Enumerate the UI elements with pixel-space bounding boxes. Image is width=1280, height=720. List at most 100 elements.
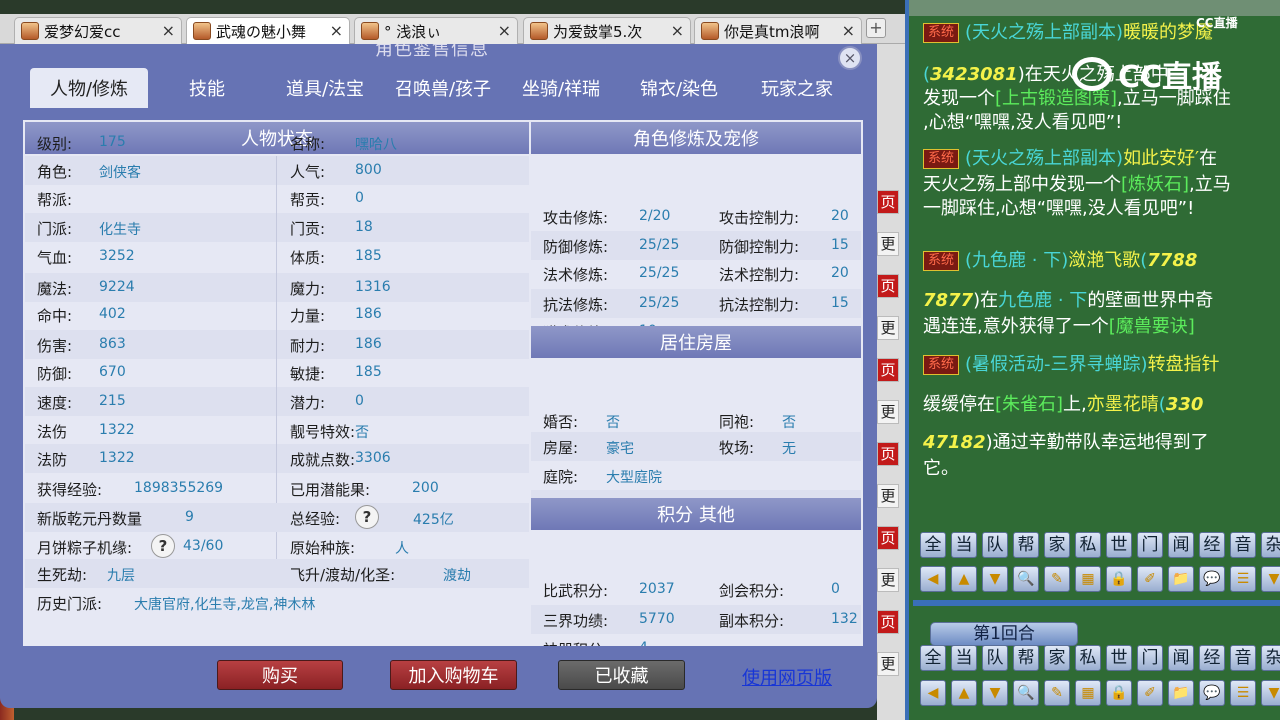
chat-tool-icon[interactable]: 💬 bbox=[1199, 566, 1225, 592]
chat-channel-button[interactable]: 队 bbox=[982, 532, 1008, 558]
chat-channel-button[interactable]: 门 bbox=[1137, 532, 1163, 558]
chat-tool-icon[interactable]: ✐ bbox=[1137, 680, 1163, 706]
tab-mounts[interactable]: 坐骑/祥瑞 bbox=[502, 68, 620, 108]
side-page-tab[interactable]: 更 bbox=[877, 568, 899, 592]
help-icon[interactable]: ? bbox=[355, 505, 379, 529]
stat-label: 靓号特效: bbox=[290, 423, 356, 441]
tab-character[interactable]: 人物/修炼 bbox=[30, 68, 148, 108]
chat-channel-button[interactable]: 家 bbox=[1044, 645, 1070, 671]
chat-tool-icon[interactable]: ▦ bbox=[1075, 680, 1101, 706]
chat-channel-button[interactable]: 帮 bbox=[1013, 532, 1039, 558]
house-section-header: 居住房屋 bbox=[531, 326, 861, 358]
chat-text: ,心想“嘿嘿,没人看见吧”! bbox=[923, 112, 1123, 133]
side-page-tab[interactable]: 更 bbox=[877, 652, 899, 676]
chat-channel-button[interactable]: 全 bbox=[920, 532, 946, 558]
side-page-tab[interactable]: 更 bbox=[877, 400, 899, 424]
chat-channel-button[interactable]: 门 bbox=[1137, 645, 1163, 671]
chat-channel-button[interactable]: 私 bbox=[1075, 532, 1101, 558]
side-page-tab[interactable]: 页 bbox=[877, 358, 899, 382]
chat-tool-icon[interactable]: ▼ bbox=[1261, 566, 1280, 592]
stat-value: 425亿 bbox=[413, 512, 454, 528]
dialog-close-button[interactable]: × bbox=[838, 46, 862, 70]
chat-tool-icon[interactable]: 🔍 bbox=[1013, 566, 1039, 592]
tab-pets[interactable]: 召唤兽/孩子 bbox=[384, 68, 502, 108]
browser-tab-4[interactable]: 为爱鼓掌5.次 × bbox=[523, 17, 691, 44]
chat-text: 遇连连,意外获得了一个 bbox=[923, 316, 1109, 337]
chat-channel-button[interactable]: 当 bbox=[951, 532, 977, 558]
stat-label: 人气: bbox=[290, 163, 326, 181]
help-icon[interactable]: ? bbox=[151, 534, 175, 558]
chat-channel-button[interactable]: 经 bbox=[1199, 532, 1225, 558]
browser-tab-1[interactable]: 爱梦幻爱cc × bbox=[14, 17, 182, 44]
stat-label: 名称: bbox=[290, 135, 326, 153]
buy-button[interactable]: 购买 bbox=[217, 660, 343, 690]
chat-tool-icon[interactable]: ▦ bbox=[1075, 566, 1101, 592]
chat-channel-button[interactable]: 闻 bbox=[1168, 532, 1194, 558]
chat-channel-button[interactable]: 杂 bbox=[1261, 532, 1280, 558]
new-tab-button[interactable]: + bbox=[866, 18, 886, 38]
chat-tool-icon[interactable]: 🔍 bbox=[1013, 680, 1039, 706]
game-favicon-icon bbox=[193, 22, 211, 40]
tab-close-icon[interactable]: × bbox=[498, 21, 511, 40]
chat-channel-button[interactable]: 世 bbox=[1106, 532, 1132, 558]
browser-tab-5[interactable]: 你是真tm浪啊 × bbox=[694, 17, 862, 44]
chat-channel-button[interactable]: 世 bbox=[1106, 645, 1132, 671]
chat-channel-button[interactable]: 帮 bbox=[1013, 645, 1039, 671]
stat-value: 人 bbox=[395, 541, 409, 557]
chat-channel-button[interactable]: 私 bbox=[1075, 645, 1101, 671]
browser-tab-2[interactable]: 武魂の魅小舞 × bbox=[186, 17, 350, 44]
tab-items[interactable]: 道具/法宝 bbox=[266, 68, 384, 108]
side-page-tab[interactable]: 更 bbox=[877, 484, 899, 508]
system-badge: 系统 bbox=[923, 251, 960, 271]
chat-channel-button[interactable]: 闻 bbox=[1168, 645, 1194, 671]
tab-skills[interactable]: 技能 bbox=[148, 68, 266, 108]
chat-tool-icon[interactable]: 💬 bbox=[1199, 680, 1225, 706]
stat-label: 法防 bbox=[37, 451, 68, 469]
chat-tool-icon[interactable]: ▼ bbox=[1261, 680, 1280, 706]
web-version-link[interactable]: 使用网页版 bbox=[742, 664, 832, 690]
side-page-tab[interactable]: 页 bbox=[877, 610, 899, 634]
browser-tab-label: ° 浅浪ぃ bbox=[384, 22, 442, 41]
chat-channel-button[interactable]: 队 bbox=[982, 645, 1008, 671]
side-page-tab[interactable]: 页 bbox=[877, 442, 899, 466]
tab-close-icon[interactable]: × bbox=[330, 21, 343, 40]
chat-tool-icon[interactable]: 📁 bbox=[1168, 680, 1194, 706]
tab-close-icon[interactable]: × bbox=[671, 21, 684, 40]
browser-tab-3[interactable]: ° 浅浪ぃ × bbox=[354, 17, 518, 44]
chat-channel-button[interactable]: 杂 bbox=[1261, 645, 1280, 671]
chat-tool-icon[interactable]: ◀ bbox=[920, 680, 946, 706]
chat-tool-icon[interactable]: ▲ bbox=[951, 680, 977, 706]
tab-home[interactable]: 玩家之家 bbox=[738, 68, 856, 108]
chat-tool-icon[interactable]: ▼ bbox=[982, 566, 1008, 592]
chat-tool-icon[interactable]: ▼ bbox=[982, 680, 1008, 706]
chat-channel-button[interactable]: 经 bbox=[1199, 645, 1225, 671]
cultivation-section-header: 角色修炼及宠修 bbox=[531, 122, 861, 154]
chat-tool-icon[interactable]: ◀ bbox=[920, 566, 946, 592]
chat-channel-button[interactable]: 家 bbox=[1044, 532, 1070, 558]
chat-tool-icon[interactable]: ✎ bbox=[1044, 680, 1070, 706]
side-page-tab[interactable]: 页 bbox=[877, 190, 899, 214]
side-page-tab[interactable]: 更 bbox=[877, 232, 899, 256]
chat-channel-button[interactable]: 当 bbox=[951, 645, 977, 671]
chat-tool-icon[interactable]: 📁 bbox=[1168, 566, 1194, 592]
tab-outfits[interactable]: 锦衣/染色 bbox=[620, 68, 738, 108]
tab-close-icon[interactable]: × bbox=[162, 21, 175, 40]
chat-channel-button[interactable]: 音 bbox=[1230, 645, 1256, 671]
favorited-button[interactable]: 已收藏 bbox=[558, 660, 685, 690]
tab-close-icon[interactable]: × bbox=[842, 21, 855, 40]
side-page-tab[interactable]: 更 bbox=[877, 316, 899, 340]
chat-tool-icon[interactable]: 🔒 bbox=[1106, 680, 1132, 706]
add-to-cart-button[interactable]: 加入购物车 bbox=[390, 660, 517, 690]
cc-live-logo: CC直播 bbox=[1072, 52, 1247, 96]
side-page-tab[interactable]: 页 bbox=[877, 274, 899, 298]
chat-tool-icon[interactable]: ☰ bbox=[1230, 680, 1256, 706]
chat-channel-button[interactable]: 全 bbox=[920, 645, 946, 671]
chat-tool-icon[interactable]: ☰ bbox=[1230, 566, 1256, 592]
chat-tool-icon[interactable]: 🔒 bbox=[1106, 566, 1132, 592]
chat-tool-icon[interactable]: ✐ bbox=[1137, 566, 1163, 592]
side-page-tab[interactable]: 页 bbox=[877, 526, 899, 550]
chat-tool-icon[interactable]: ▲ bbox=[951, 566, 977, 592]
chat-channel-button[interactable]: 音 bbox=[1230, 532, 1256, 558]
chat-tool-icon[interactable]: ✎ bbox=[1044, 566, 1070, 592]
stat-value: 2037 bbox=[639, 581, 675, 597]
